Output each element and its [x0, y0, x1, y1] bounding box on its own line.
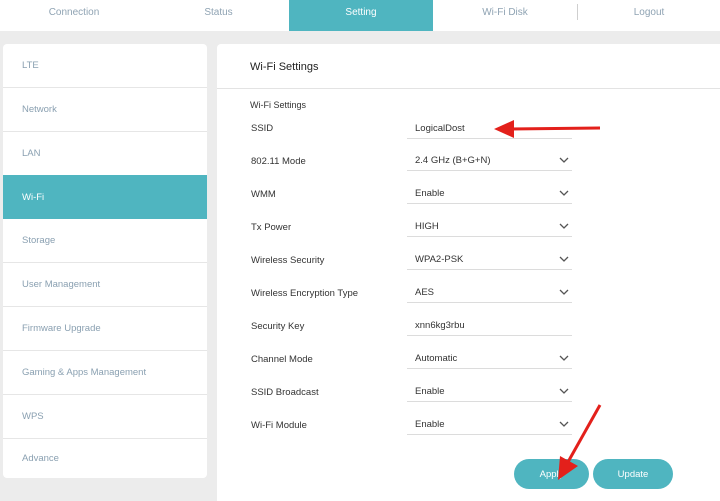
- sidebar: LTE Network LAN Wi-Fi Storage User Manag…: [3, 44, 207, 478]
- wmm-label: WMM: [251, 189, 276, 200]
- tx-power-value: HIGH: [415, 221, 439, 232]
- wmm-select[interactable]: Enable: [407, 184, 572, 204]
- encryption-type-select[interactable]: AES: [407, 283, 572, 303]
- sidebar-item-network[interactable]: Network: [3, 88, 207, 131]
- channel-mode-value: Automatic: [415, 353, 458, 364]
- sidebar-item-label: Gaming & Apps Management: [22, 367, 147, 378]
- annotation-arrow-icon: [494, 120, 601, 138]
- chevron-down-icon: [559, 223, 569, 229]
- encryption-type-value: AES: [415, 287, 435, 298]
- security-key-label: Security Key: [251, 321, 305, 332]
- security-key-input[interactable]: xnn6kg3rbu: [407, 316, 572, 336]
- chevron-down-icon: [559, 256, 569, 262]
- sidebar-item-label: Wi-Fi: [22, 191, 45, 203]
- sidebar-item-label: LTE: [22, 60, 39, 71]
- encryption-type-label: Wireless Encryption Type: [251, 288, 359, 299]
- top-navigation: Connection Status Setting Wi-Fi Disk Log…: [0, 0, 720, 31]
- sidebar-item-wps[interactable]: WPS: [3, 395, 207, 438]
- chevron-down-icon: [559, 157, 569, 163]
- sidebar-item-gaming-apps[interactable]: Gaming & Apps Management: [3, 351, 207, 394]
- channel-mode-label: Channel Mode: [251, 354, 313, 365]
- wifi-module-label: Wi-Fi Module: [251, 420, 307, 431]
- mode-label: 802.11 Mode: [251, 156, 306, 167]
- mode-select[interactable]: 2.4 GHz (B+G+N): [407, 151, 572, 171]
- wireless-security-label: Wireless Security: [251, 255, 325, 266]
- tab-status[interactable]: Status: [148, 0, 289, 31]
- sidebar-item-label: Advance: [22, 453, 59, 464]
- annotation-arrow-icon: [558, 404, 602, 480]
- sidebar-item-label: WPS: [22, 411, 44, 422]
- sidebar-item-wifi[interactable]: Wi-Fi: [3, 175, 207, 219]
- wmm-value: Enable: [415, 188, 445, 199]
- chevron-down-icon: [559, 289, 569, 295]
- section-title: Wi-Fi Settings: [250, 100, 307, 110]
- sidebar-item-label: Firmware Upgrade: [22, 323, 101, 334]
- sidebar-item-lan[interactable]: LAN: [3, 132, 207, 175]
- sidebar-item-label: LAN: [22, 148, 41, 159]
- wireless-security-select[interactable]: WPA2-PSK: [407, 250, 572, 270]
- tab-logout[interactable]: Logout: [578, 0, 720, 31]
- sidebar-item-label: Network: [22, 104, 57, 115]
- tab-setting[interactable]: Setting: [289, 0, 433, 31]
- wireless-security-value: WPA2-PSK: [415, 254, 464, 265]
- ssid-value: LogicalDost: [415, 123, 465, 134]
- sidebar-item-lte[interactable]: LTE: [3, 44, 207, 87]
- chevron-down-icon: [559, 190, 569, 196]
- mode-value: 2.4 GHz (B+G+N): [415, 155, 491, 166]
- chevron-down-icon: [559, 355, 569, 361]
- sidebar-item-label: Storage: [22, 235, 56, 246]
- chevron-down-icon: [559, 388, 569, 394]
- sidebar-item-label: User Management: [22, 279, 101, 290]
- wifi-module-value: Enable: [415, 419, 445, 430]
- ssid-broadcast-select[interactable]: Enable: [407, 382, 572, 402]
- divider: [217, 88, 720, 89]
- wifi-module-select[interactable]: Enable: [407, 415, 572, 435]
- security-key-value: xnn6kg3rbu: [415, 320, 465, 331]
- sidebar-item-storage[interactable]: Storage: [3, 219, 207, 262]
- tx-power-select[interactable]: HIGH: [407, 217, 572, 237]
- tx-power-label: Tx Power: [251, 222, 292, 233]
- tab-connection[interactable]: Connection: [0, 0, 148, 31]
- sidebar-item-firmware-upgrade[interactable]: Firmware Upgrade: [3, 307, 207, 350]
- ssid-label: SSID: [251, 123, 274, 134]
- wifi-settings-panel: Wi-Fi Settings Wi-Fi Settings SSID Logic…: [217, 44, 720, 501]
- channel-mode-select[interactable]: Automatic: [407, 349, 572, 369]
- page-title: Wi-Fi Settings: [250, 61, 319, 73]
- ssid-broadcast-value: Enable: [415, 386, 445, 397]
- sidebar-item-advance[interactable]: Advance: [3, 439, 207, 478]
- ssid-broadcast-label: SSID Broadcast: [251, 387, 319, 398]
- tab-wifi-disk[interactable]: Wi-Fi Disk: [433, 0, 577, 31]
- sidebar-item-user-management[interactable]: User Management: [3, 263, 207, 306]
